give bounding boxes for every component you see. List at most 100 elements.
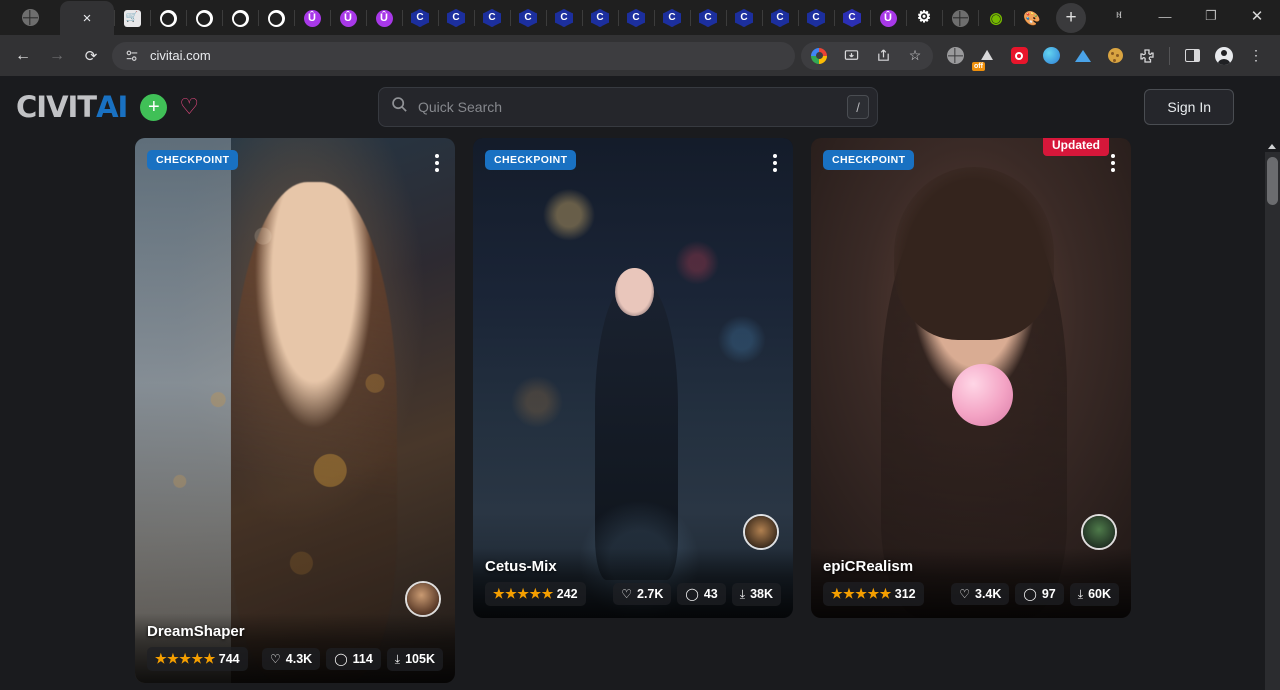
model-title: DreamShaper (147, 623, 443, 640)
tab-globe-dim[interactable] (0, 0, 60, 35)
cookie-extension-icon[interactable] (1101, 42, 1129, 70)
tab-github-1[interactable]: ● (150, 1, 186, 35)
likes-count: 3.4K (975, 587, 1001, 601)
tab-civitai-8[interactable]: C (654, 1, 690, 35)
tab-github-2[interactable]: ● (186, 1, 222, 35)
tab-u-3[interactable]: Û (366, 1, 402, 35)
globe-icon (22, 9, 39, 26)
search-shortcut-key: / (847, 95, 869, 119)
opera-red-extension-icon[interactable] (1005, 42, 1033, 70)
page-scrollbar[interactable] (1265, 152, 1280, 690)
new-tab-button[interactable]: + (1056, 3, 1086, 33)
download-icon: ⤓ (1078, 587, 1083, 602)
civitai-logo[interactable]: CIVIT AI (16, 90, 127, 124)
avatar[interactable] (405, 581, 441, 617)
site-header: CIVIT AI + ♡ Quick Search / Sign In (0, 76, 1280, 138)
tab-u-1[interactable]: Û (294, 1, 330, 35)
omnibox-action-group: ☆ (801, 42, 933, 70)
diamond-extension-icon[interactable] (1069, 42, 1097, 70)
civitai-icon: C (591, 9, 609, 27)
tab-civitai-6[interactable]: C (582, 1, 618, 35)
civitai-icon: C (735, 9, 753, 27)
blue-globe-extension-icon[interactable] (1037, 42, 1065, 70)
comment-icon: ◯ (1023, 587, 1036, 601)
tab-civitai-12[interactable]: C (798, 1, 834, 35)
logo-text-civit: CIVIT (16, 90, 96, 124)
u-icon: Û (304, 10, 321, 27)
search-input[interactable]: Quick Search (418, 99, 847, 115)
tab-settings[interactable]: ⚙ (906, 1, 942, 35)
scroll-up-arrow-icon[interactable] (1268, 144, 1276, 149)
tab-civitai-5[interactable]: C (546, 1, 582, 35)
puzzle-extensions-icon[interactable] (1133, 42, 1161, 70)
tab-civitai-10[interactable]: C (726, 1, 762, 35)
card-menu-icon[interactable] (769, 150, 781, 176)
side-panel-icon[interactable] (1178, 42, 1206, 70)
card-menu-icon[interactable] (431, 150, 443, 176)
logo-text-ai: AI (96, 90, 127, 124)
adblock-off-extension-icon[interactable]: ⛰ off (973, 42, 1001, 70)
tab-civitai-11[interactable]: C (762, 1, 798, 35)
google-lens-icon[interactable] (805, 42, 833, 70)
minimize-button[interactable]: — (1142, 0, 1188, 32)
tab-u-4[interactable]: Û (870, 1, 906, 35)
sign-in-button[interactable]: Sign In (1144, 89, 1234, 125)
tab-u-2[interactable]: Û (330, 1, 366, 35)
back-button[interactable]: ← (8, 41, 38, 71)
tab-github-3[interactable]: ● (222, 1, 258, 35)
maximize-button[interactable]: ❐ (1188, 0, 1234, 32)
tab-globe-dim-2[interactable] (942, 1, 978, 35)
rating-pill: ★★★★★ 744 (147, 647, 248, 671)
install-app-icon[interactable] (837, 42, 865, 70)
u-icon: Û (376, 10, 393, 27)
globe-extension-icon[interactable] (941, 42, 969, 70)
avatar[interactable] (743, 514, 779, 550)
url-text: civitai.com (150, 48, 211, 63)
tab-civitai-1[interactable]: C (402, 1, 438, 35)
tab-paint[interactable]: 🎨 (1014, 1, 1050, 35)
comment-icon: ◯ (334, 652, 347, 666)
tab-search-button[interactable]: ⱝ (1096, 0, 1142, 32)
address-bar[interactable]: civitai.com (112, 42, 795, 70)
site-settings-icon[interactable] (124, 48, 140, 64)
adblock-off-badge: off (972, 62, 985, 71)
avatar[interactable] (1081, 514, 1117, 550)
favorites-heart-icon[interactable]: ♡ (179, 96, 199, 118)
tab-active[interactable]: × (60, 1, 114, 35)
model-card[interactable]: CHECKPOINT Updated epiCRealism ★★★★★ 312… (811, 138, 1131, 618)
tab-civitai-4[interactable]: C (510, 1, 546, 35)
model-type-badge: CHECKPOINT (147, 150, 238, 170)
rating-count: 312 (895, 587, 916, 601)
tab-shop[interactable]: 🛒 (114, 1, 150, 35)
civitai-icon: C (519, 9, 537, 27)
model-stats: ★★★★★ 312 ♡ 3.4K ◯ 97 ⤓ 60K (823, 582, 1119, 606)
scrollbar-thumb[interactable] (1267, 157, 1278, 205)
tab-civitai-3[interactable]: C (474, 1, 510, 35)
heart-icon: ♡ (959, 587, 970, 601)
close-window-button[interactable]: ✕ (1234, 0, 1280, 32)
u-icon: Û (340, 10, 357, 27)
toolbar-divider (1169, 47, 1170, 65)
tab-civitai-2[interactable]: C (438, 1, 474, 35)
bookmark-star-icon[interactable]: ☆ (901, 42, 929, 70)
tab-nvidia[interactable]: ◉ (978, 1, 1014, 35)
forward-button[interactable]: → (42, 41, 72, 71)
model-grid: CHECKPOINT DreamShaper ★★★★★ 744 ♡ 4.3K (0, 138, 1280, 690)
search-bar[interactable]: Quick Search / (378, 87, 878, 127)
tab-github-4[interactable]: ● (258, 1, 294, 35)
civitai-icon: C (843, 9, 861, 27)
page-viewport: CIVIT AI + ♡ Quick Search / Sign In CHEC… (0, 76, 1280, 690)
tab-civitai-7[interactable]: C (618, 1, 654, 35)
card-menu-icon[interactable] (1107, 150, 1119, 176)
profile-avatar-icon[interactable] (1210, 42, 1238, 70)
close-icon[interactable]: × (83, 10, 92, 27)
chrome-menu-icon[interactable]: ⋮ (1242, 42, 1270, 70)
reload-button[interactable]: ⟳ (76, 41, 106, 71)
model-card[interactable]: CHECKPOINT Cetus-Mix ★★★★★ 242 ♡ 2.7K (473, 138, 793, 618)
tab-civitai-13[interactable]: C (834, 1, 870, 35)
model-card[interactable]: CHECKPOINT DreamShaper ★★★★★ 744 ♡ 4.3K (135, 138, 455, 683)
civitai-icon: C (627, 9, 645, 27)
tab-civitai-9[interactable]: C (690, 1, 726, 35)
share-icon[interactable] (869, 42, 897, 70)
create-button[interactable]: + (140, 94, 167, 121)
